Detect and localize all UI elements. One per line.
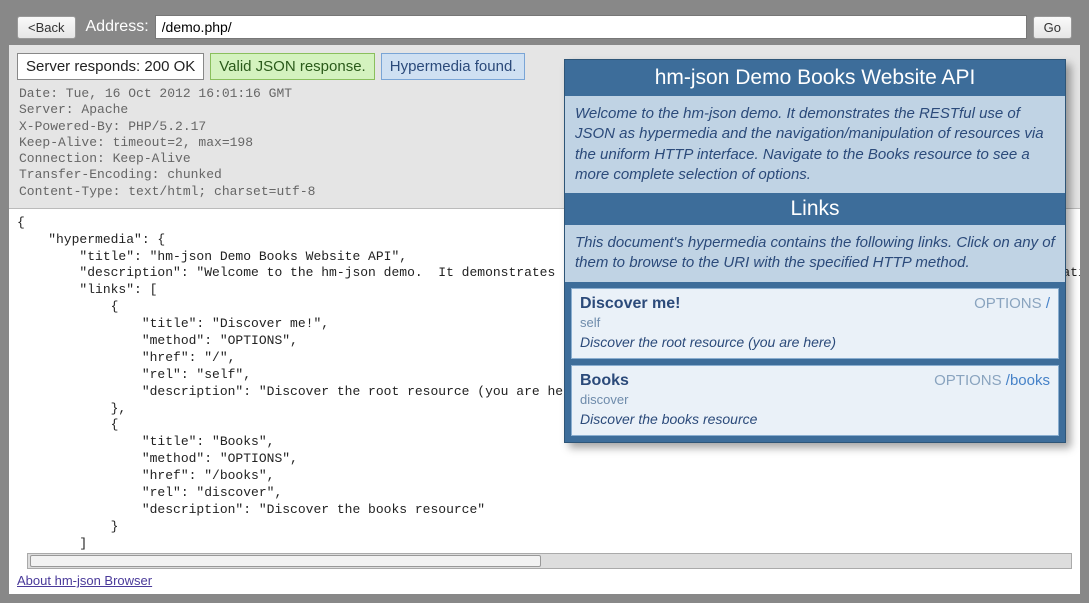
link-card[interactable]: Books OPTIONS /books discover Discover t… (571, 365, 1059, 436)
back-button[interactable]: <Back (17, 16, 76, 39)
link-meta: OPTIONS /books (934, 372, 1050, 389)
panel-links-heading: Links (565, 193, 1065, 225)
horizontal-scrollbar[interactable] (27, 553, 1072, 569)
status-valid-badge: Valid JSON response. (210, 53, 374, 80)
link-title: Discover me! (580, 295, 681, 313)
link-meta: OPTIONS / (974, 295, 1050, 312)
link-method: OPTIONS (974, 295, 1042, 312)
about-link[interactable]: About hm-json Browser (9, 573, 1080, 594)
link-title: Books (580, 372, 629, 390)
go-button[interactable]: Go (1033, 16, 1072, 39)
scrollbar-thumb[interactable] (30, 555, 541, 567)
status-hypermedia-badge[interactable]: Hypermedia found. (381, 53, 526, 80)
panel-title: hm-json Demo Books Website API (565, 60, 1065, 96)
link-rel: self (580, 315, 1050, 330)
link-method: OPTIONS (934, 372, 1002, 389)
link-rel: discover (580, 392, 1050, 407)
link-description: Discover the root resource (you are here… (580, 334, 1050, 350)
app-frame: <Back Address: Go Server responds: 200 O… (8, 8, 1081, 595)
link-href[interactable]: / (1046, 295, 1050, 312)
status-response-badge: Server responds: 200 OK (17, 53, 204, 80)
toolbar: <Back Address: Go (9, 9, 1080, 45)
link-href[interactable]: /books (1006, 372, 1050, 389)
link-description: Discover the books resource (580, 411, 1050, 427)
panel-links-intro: This document's hypermedia contains the … (565, 225, 1065, 282)
address-label: Address: (86, 18, 149, 36)
link-card[interactable]: Discover me! OPTIONS / self Discover the… (571, 288, 1059, 359)
hypermedia-panel: hm-json Demo Books Website API Welcome t… (564, 59, 1066, 443)
address-input[interactable] (155, 15, 1027, 39)
panel-description: Welcome to the hm-json demo. It demonstr… (565, 96, 1065, 193)
